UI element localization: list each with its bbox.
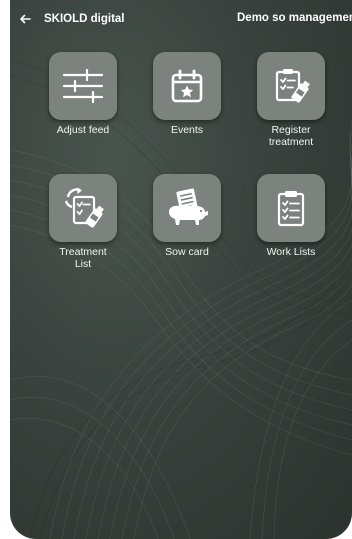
menu-item-label: Treatment List [59, 246, 107, 270]
menu-item-work-lists-button[interactable] [257, 174, 325, 242]
calendar-star-icon [171, 69, 203, 103]
menu-item-register-treatment-button[interactable] [257, 52, 325, 120]
menu-grid: Adjust feed Events Register treatment Tr… [10, 0, 352, 300]
menu-item-label: Adjust feed [56, 124, 110, 136]
menu-item-treatment-list[interactable]: Treatment List [43, 174, 123, 270]
menu-item-events-button[interactable] [153, 52, 221, 120]
app-screen: SKIOLD digital Demo so management Adjust [10, 0, 352, 539]
clipboard-medicine-icon [275, 69, 310, 103]
menu-item-treatment-list-button[interactable] [49, 174, 117, 242]
menu-item-register-treatment[interactable]: Register treatment [251, 52, 331, 148]
menu-item-label: Register treatment [268, 124, 314, 148]
menu-item-label: Sow card [165, 246, 209, 258]
menu-item-label: Events [170, 124, 204, 136]
menu-item-events[interactable]: Events [147, 52, 227, 136]
menu-item-label: Work Lists [266, 246, 316, 258]
menu-item-sow-card[interactable]: Sow card [147, 174, 227, 258]
sliders-icon [62, 68, 104, 104]
menu-item-sow-card-button[interactable] [153, 174, 221, 242]
sow-card-icon [169, 188, 208, 225]
menu-item-work-lists[interactable]: Work Lists [251, 174, 331, 258]
menu-item-adjust-feed[interactable]: Adjust feed [43, 52, 123, 136]
treatment-list-icon [64, 187, 104, 228]
clipboard-list-icon [277, 191, 305, 227]
menu-item-adjust-feed-button[interactable] [49, 52, 117, 120]
